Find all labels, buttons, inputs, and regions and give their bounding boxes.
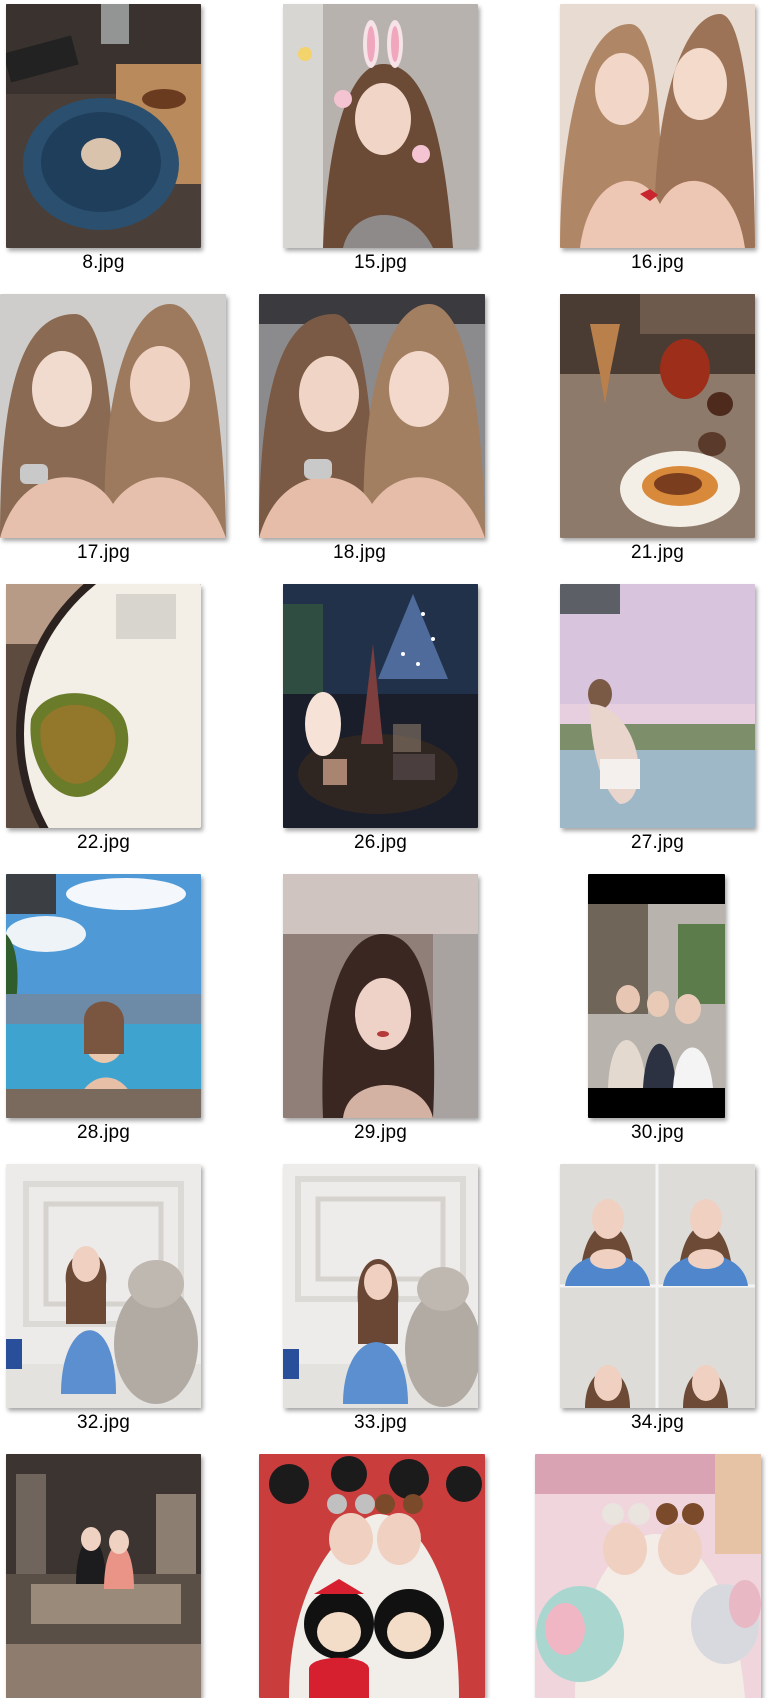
- file-name-label: 28.jpg: [77, 1122, 130, 1143]
- file-name-label: 15.jpg: [354, 252, 407, 273]
- file-item[interactable]: [0, 1450, 255, 1698]
- file-item[interactable]: 34.jpg: [554, 1160, 780, 1450]
- file-item[interactable]: [535, 1450, 780, 1698]
- image-thumbnail[interactable]: [283, 4, 478, 248]
- file-name-label: 32.jpg: [77, 1412, 130, 1433]
- image-thumbnail[interactable]: [6, 584, 201, 828]
- file-name-label: 18.jpg: [333, 542, 386, 563]
- image-thumbnail[interactable]: [6, 4, 201, 248]
- file-item[interactable]: 27.jpg: [554, 580, 780, 870]
- image-thumbnail[interactable]: [283, 1164, 478, 1408]
- file-name-label: 22.jpg: [77, 832, 130, 853]
- image-thumbnail[interactable]: [560, 1164, 755, 1408]
- file-item[interactable]: 30.jpg: [554, 870, 780, 1160]
- image-thumbnail[interactable]: [560, 4, 755, 248]
- image-thumbnail[interactable]: [259, 1454, 485, 1698]
- image-thumbnail[interactable]: [588, 874, 725, 1118]
- file-name-label: 16.jpg: [631, 252, 684, 273]
- file-item[interactable]: 17.jpg: [0, 290, 255, 580]
- image-thumbnail[interactable]: [6, 874, 201, 1118]
- file-item[interactable]: 33.jpg: [277, 1160, 532, 1450]
- file-item[interactable]: 16.jpg: [554, 0, 780, 290]
- file-name-label: 27.jpg: [631, 832, 684, 853]
- file-item[interactable]: 15.jpg: [277, 0, 532, 290]
- file-item[interactable]: 8.jpg: [0, 0, 255, 290]
- file-item[interactable]: 21.jpg: [554, 290, 780, 580]
- file-name-label: 33.jpg: [354, 1412, 407, 1433]
- image-thumbnail[interactable]: [6, 1454, 201, 1698]
- file-name-label: 34.jpg: [631, 1412, 684, 1433]
- file-item[interactable]: 28.jpg: [0, 870, 255, 1160]
- image-thumbnail[interactable]: [535, 1454, 761, 1698]
- image-thumbnail[interactable]: [283, 584, 478, 828]
- file-item[interactable]: 29.jpg: [277, 870, 532, 1160]
- file-thumbnail-grid: 8.jpg 15.jpg 16.jpg 17.jpg 18.jpg 21.jpg…: [0, 0, 780, 1698]
- file-item[interactable]: 22.jpg: [0, 580, 255, 870]
- file-item[interactable]: 26.jpg: [277, 580, 532, 870]
- file-name-label: 21.jpg: [631, 542, 684, 563]
- image-thumbnail[interactable]: [0, 294, 226, 538]
- file-item[interactable]: [256, 1450, 511, 1698]
- file-name-label: 26.jpg: [354, 832, 407, 853]
- image-thumbnail[interactable]: [560, 294, 755, 538]
- file-name-label: 17.jpg: [77, 542, 130, 563]
- file-item[interactable]: 32.jpg: [0, 1160, 255, 1450]
- image-thumbnail[interactable]: [259, 294, 485, 538]
- file-name-label: 8.jpg: [82, 252, 125, 273]
- file-name-label: 29.jpg: [354, 1122, 407, 1143]
- image-thumbnail[interactable]: [283, 874, 478, 1118]
- image-thumbnail[interactable]: [6, 1164, 201, 1408]
- file-item[interactable]: 18.jpg: [256, 290, 511, 580]
- file-name-label: 30.jpg: [631, 1122, 684, 1143]
- image-thumbnail[interactable]: [560, 584, 755, 828]
